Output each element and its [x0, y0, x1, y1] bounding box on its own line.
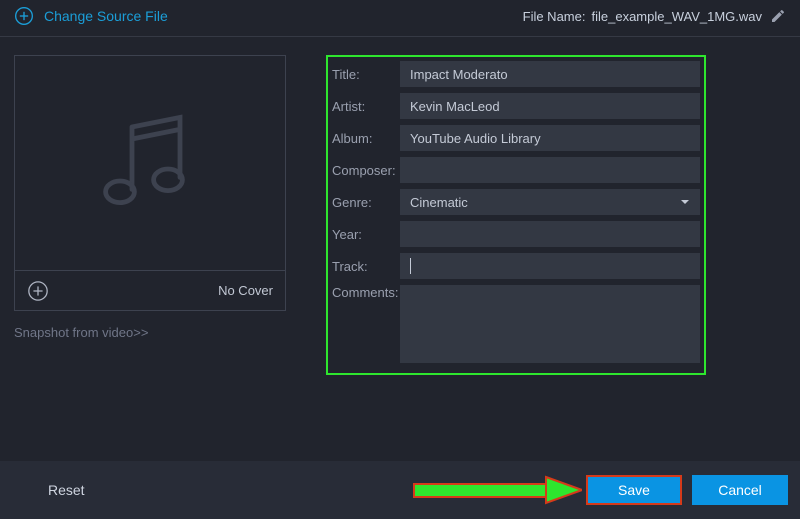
edit-icon[interactable]: [770, 8, 786, 24]
genre-label: Genre:: [332, 195, 396, 210]
music-note-icon: [90, 103, 210, 223]
change-source-label: Change Source File: [44, 8, 168, 24]
artist-label: Artist:: [332, 99, 396, 114]
track-label: Track:: [332, 259, 396, 274]
text-cursor: [410, 258, 411, 274]
arrow-annotation: [412, 475, 582, 505]
title-input[interactable]: [400, 61, 700, 87]
genre-value: Cinematic: [410, 195, 468, 210]
snapshot-link[interactable]: Snapshot from video>>: [14, 325, 148, 340]
bottom-bar: Reset Save Cancel: [0, 461, 800, 519]
cover-panel: No Cover Snapshot from video>>: [14, 55, 286, 375]
cancel-button[interactable]: Cancel: [692, 475, 788, 505]
topbar: Change Source File File Name: file_examp…: [0, 0, 800, 36]
no-cover-label: No Cover: [218, 283, 273, 298]
comments-input[interactable]: [400, 285, 700, 363]
chevron-down-icon: [680, 197, 690, 207]
year-label: Year:: [332, 227, 396, 242]
title-label: Title:: [332, 67, 396, 82]
cover-footer: No Cover: [15, 270, 285, 310]
track-input[interactable]: [400, 253, 700, 279]
album-input[interactable]: [400, 125, 700, 151]
filename-label: File Name:: [523, 9, 586, 24]
divider: [0, 36, 800, 37]
genre-select[interactable]: Cinematic: [400, 189, 700, 215]
filename-value: file_example_WAV_1MG.wav: [591, 9, 762, 24]
composer-input[interactable]: [400, 157, 700, 183]
add-cover-icon[interactable]: [27, 280, 49, 302]
comments-label: Comments:: [332, 285, 396, 300]
main-area: No Cover Snapshot from video>> Title: Ar…: [0, 55, 800, 375]
composer-label: Composer:: [332, 163, 396, 178]
reset-button[interactable]: Reset: [48, 482, 85, 498]
change-source-button[interactable]: Change Source File: [14, 6, 168, 26]
year-input[interactable]: [400, 221, 700, 247]
metadata-form: Title: Artist: Album: Composer: Genre: C…: [326, 55, 706, 375]
save-button[interactable]: Save: [586, 475, 682, 505]
cover-box: No Cover: [14, 55, 286, 311]
artist-input[interactable]: [400, 93, 700, 119]
plus-circle-icon: [14, 6, 34, 26]
album-label: Album:: [332, 131, 396, 146]
cover-placeholder: [15, 56, 285, 270]
